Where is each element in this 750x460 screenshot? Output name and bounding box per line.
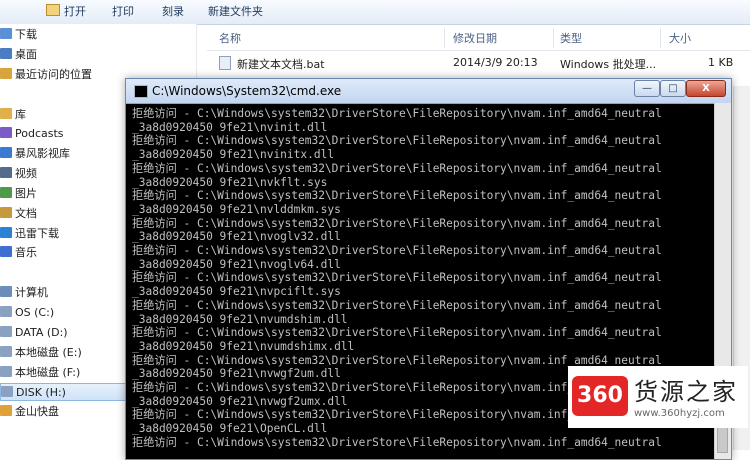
- file-type: Windows 批处理...: [560, 58, 657, 71]
- watermark-url: www.360hyzj.com: [634, 408, 725, 419]
- nav-item-baofeng-library[interactable]: 暴风影视库: [0, 145, 70, 163]
- cmd-app-icon: [134, 85, 148, 98]
- batch-file-icon: [219, 56, 231, 70]
- cmd-output-line: 拒绝访问 - C:\Windows\system32\DriverStore\F…: [132, 271, 662, 285]
- podcasts-icon: [0, 127, 12, 138]
- documents-icon: [0, 207, 12, 218]
- cmd-output-line: _3a8d0920450 9fe21\nvoglv64.dll: [132, 257, 341, 271]
- kuaipan-icon: [0, 405, 12, 416]
- column-separator[interactable]: [444, 28, 445, 48]
- cmd-output-line: 拒绝访问 - C:\Windows\system32\DriverStore\F…: [132, 107, 662, 120]
- toolbar-new-folder-button[interactable]: 新建文件夹: [208, 3, 263, 21]
- cmd-output-line: 拒绝访问 - C:\Windows\system32\DriverStore\F…: [132, 189, 662, 203]
- recent-places-icon: [0, 68, 12, 79]
- nav-item-documents[interactable]: 文档: [0, 205, 37, 223]
- nav-item-computer[interactable]: 计算机: [0, 284, 48, 302]
- explorer-toolbar: 打开 打印 刻录 新建文件夹: [0, 0, 750, 25]
- desktop-icon: [0, 48, 12, 59]
- cmd-output-line: _3a8d0920450 9fe21\nvkflt.sys: [132, 175, 328, 189]
- computer-icon: [0, 286, 12, 297]
- column-separator[interactable]: [660, 28, 661, 48]
- toolbar-open-button[interactable]: 打开: [46, 3, 86, 21]
- cmd-output-line: _3a8d0920450 9fe21\nvoglv32.dll: [132, 230, 341, 244]
- cmd-output-line: _3a8d0920450 9fe21\nvlddmkm.sys: [132, 202, 341, 216]
- close-button[interactable]: X: [686, 80, 726, 97]
- cmd-output-line: 拒绝访问 - C:\Windows\system32\DriverStore\F…: [132, 216, 662, 230]
- drive-icon: [0, 306, 12, 317]
- column-modified-date[interactable]: 修改日期: [453, 30, 497, 46]
- file-name: 新建文本文档.bat: [237, 58, 325, 71]
- cmd-output-line: _3a8d0920450 9fe21\nvumdshimx.dll: [132, 339, 355, 353]
- xunlei-icon: [0, 227, 12, 238]
- cmd-output-line: 拒绝访问 - C:\Windows\system32\DriverStore\F…: [132, 435, 662, 449]
- drive-icon: [0, 346, 12, 357]
- drive-icon: [1, 386, 13, 397]
- file-size: 1 KB: [708, 56, 734, 69]
- cmd-window-title: C:\Windows\System32\cmd.exe: [152, 84, 342, 98]
- nav-item-recent-places[interactable]: 最近访问的位置: [0, 66, 92, 84]
- nav-item-xunlei-downloads[interactable]: 迅雷下载: [0, 225, 59, 243]
- cmd-output-line: _3a8d0920450 9fe21\nvumdshim.dll: [132, 312, 348, 326]
- nav-item-pictures[interactable]: 图片: [0, 185, 37, 203]
- nav-item-music[interactable]: 音乐: [0, 244, 37, 262]
- pictures-icon: [0, 187, 12, 198]
- column-header: 名称 修改日期 类型 大小: [207, 26, 750, 51]
- nav-item-desktop[interactable]: 桌面: [0, 46, 37, 64]
- library-icon: [0, 108, 12, 119]
- toolbar-print-button[interactable]: 打印: [112, 3, 134, 21]
- cmd-output-line: 拒绝访问 - C:\Windows\system32\DriverStore\F…: [132, 298, 662, 312]
- downloads-folder-icon: [0, 28, 12, 39]
- cmd-title-bar[interactable]: C:\Windows\System32\cmd.exe — □ X: [126, 79, 731, 104]
- nav-item-drive-f[interactable]: 本地磁盘 (F:): [0, 364, 80, 382]
- toolbar-burn-button[interactable]: 刻录: [162, 3, 184, 21]
- cmd-output-line: _3a8d0920450 9fe21\nvinit.dll: [132, 120, 328, 134]
- nav-item-libraries[interactable]: 库: [0, 106, 26, 124]
- cmd-output-line: _3a8d0920450 9fe21\nvpciflt.sys: [132, 285, 341, 299]
- nav-item-downloads[interactable]: 下载: [0, 26, 37, 44]
- drive-icon: [0, 326, 12, 337]
- cmd-output-line: 拒绝访问 - C:\Windows\system32\DriverStore\F…: [132, 134, 662, 148]
- minimize-button[interactable]: —: [634, 80, 660, 97]
- nav-item-podcasts[interactable]: Podcasts: [0, 125, 64, 143]
- watermark-site-name: 货源之家: [634, 378, 738, 406]
- maximize-button[interactable]: □: [660, 80, 686, 97]
- videos-icon: [0, 167, 12, 178]
- nav-item-videos[interactable]: 视频: [0, 165, 37, 183]
- cmd-output-line: 拒绝访问 - C:\Windows\system32\DriverStore\F…: [132, 326, 662, 340]
- column-name[interactable]: 名称: [219, 30, 241, 46]
- drive-icon: [0, 366, 12, 377]
- watermark: 360 货源之家 www.360hyzj.com: [568, 366, 748, 428]
- nav-item-kuaipan[interactable]: 金山快盘: [0, 403, 59, 421]
- file-row[interactable]: 新建文本文档.bat 2014/3/9 20:13 Windows 批处理...…: [217, 53, 750, 73]
- folder-icon: [46, 4, 60, 16]
- column-size[interactable]: 大小: [669, 30, 691, 46]
- cmd-output-line: _3a8d0920450 9fe21\nvinitx.dll: [132, 148, 335, 162]
- nav-item-drive-e[interactable]: 本地磁盘 (E:): [0, 344, 82, 362]
- music-icon: [0, 246, 12, 257]
- column-type[interactable]: 类型: [560, 30, 582, 46]
- file-modified-date: 2014/3/9 20:13: [453, 56, 538, 69]
- column-separator[interactable]: [553, 28, 554, 48]
- nav-item-drive-d[interactable]: DATA (D:): [0, 324, 68, 342]
- nav-item-drive-c[interactable]: OS (C:): [0, 304, 54, 322]
- cmd-output-line: 拒绝访问 - C:\Windows\system32\DriverStore\F…: [132, 161, 662, 175]
- cmd-output-line: 拒绝访问 - C:\Windows\system32\DriverStore\F…: [132, 244, 662, 258]
- watermark-360-logo: 360: [572, 376, 628, 416]
- video-library-icon: [0, 147, 12, 158]
